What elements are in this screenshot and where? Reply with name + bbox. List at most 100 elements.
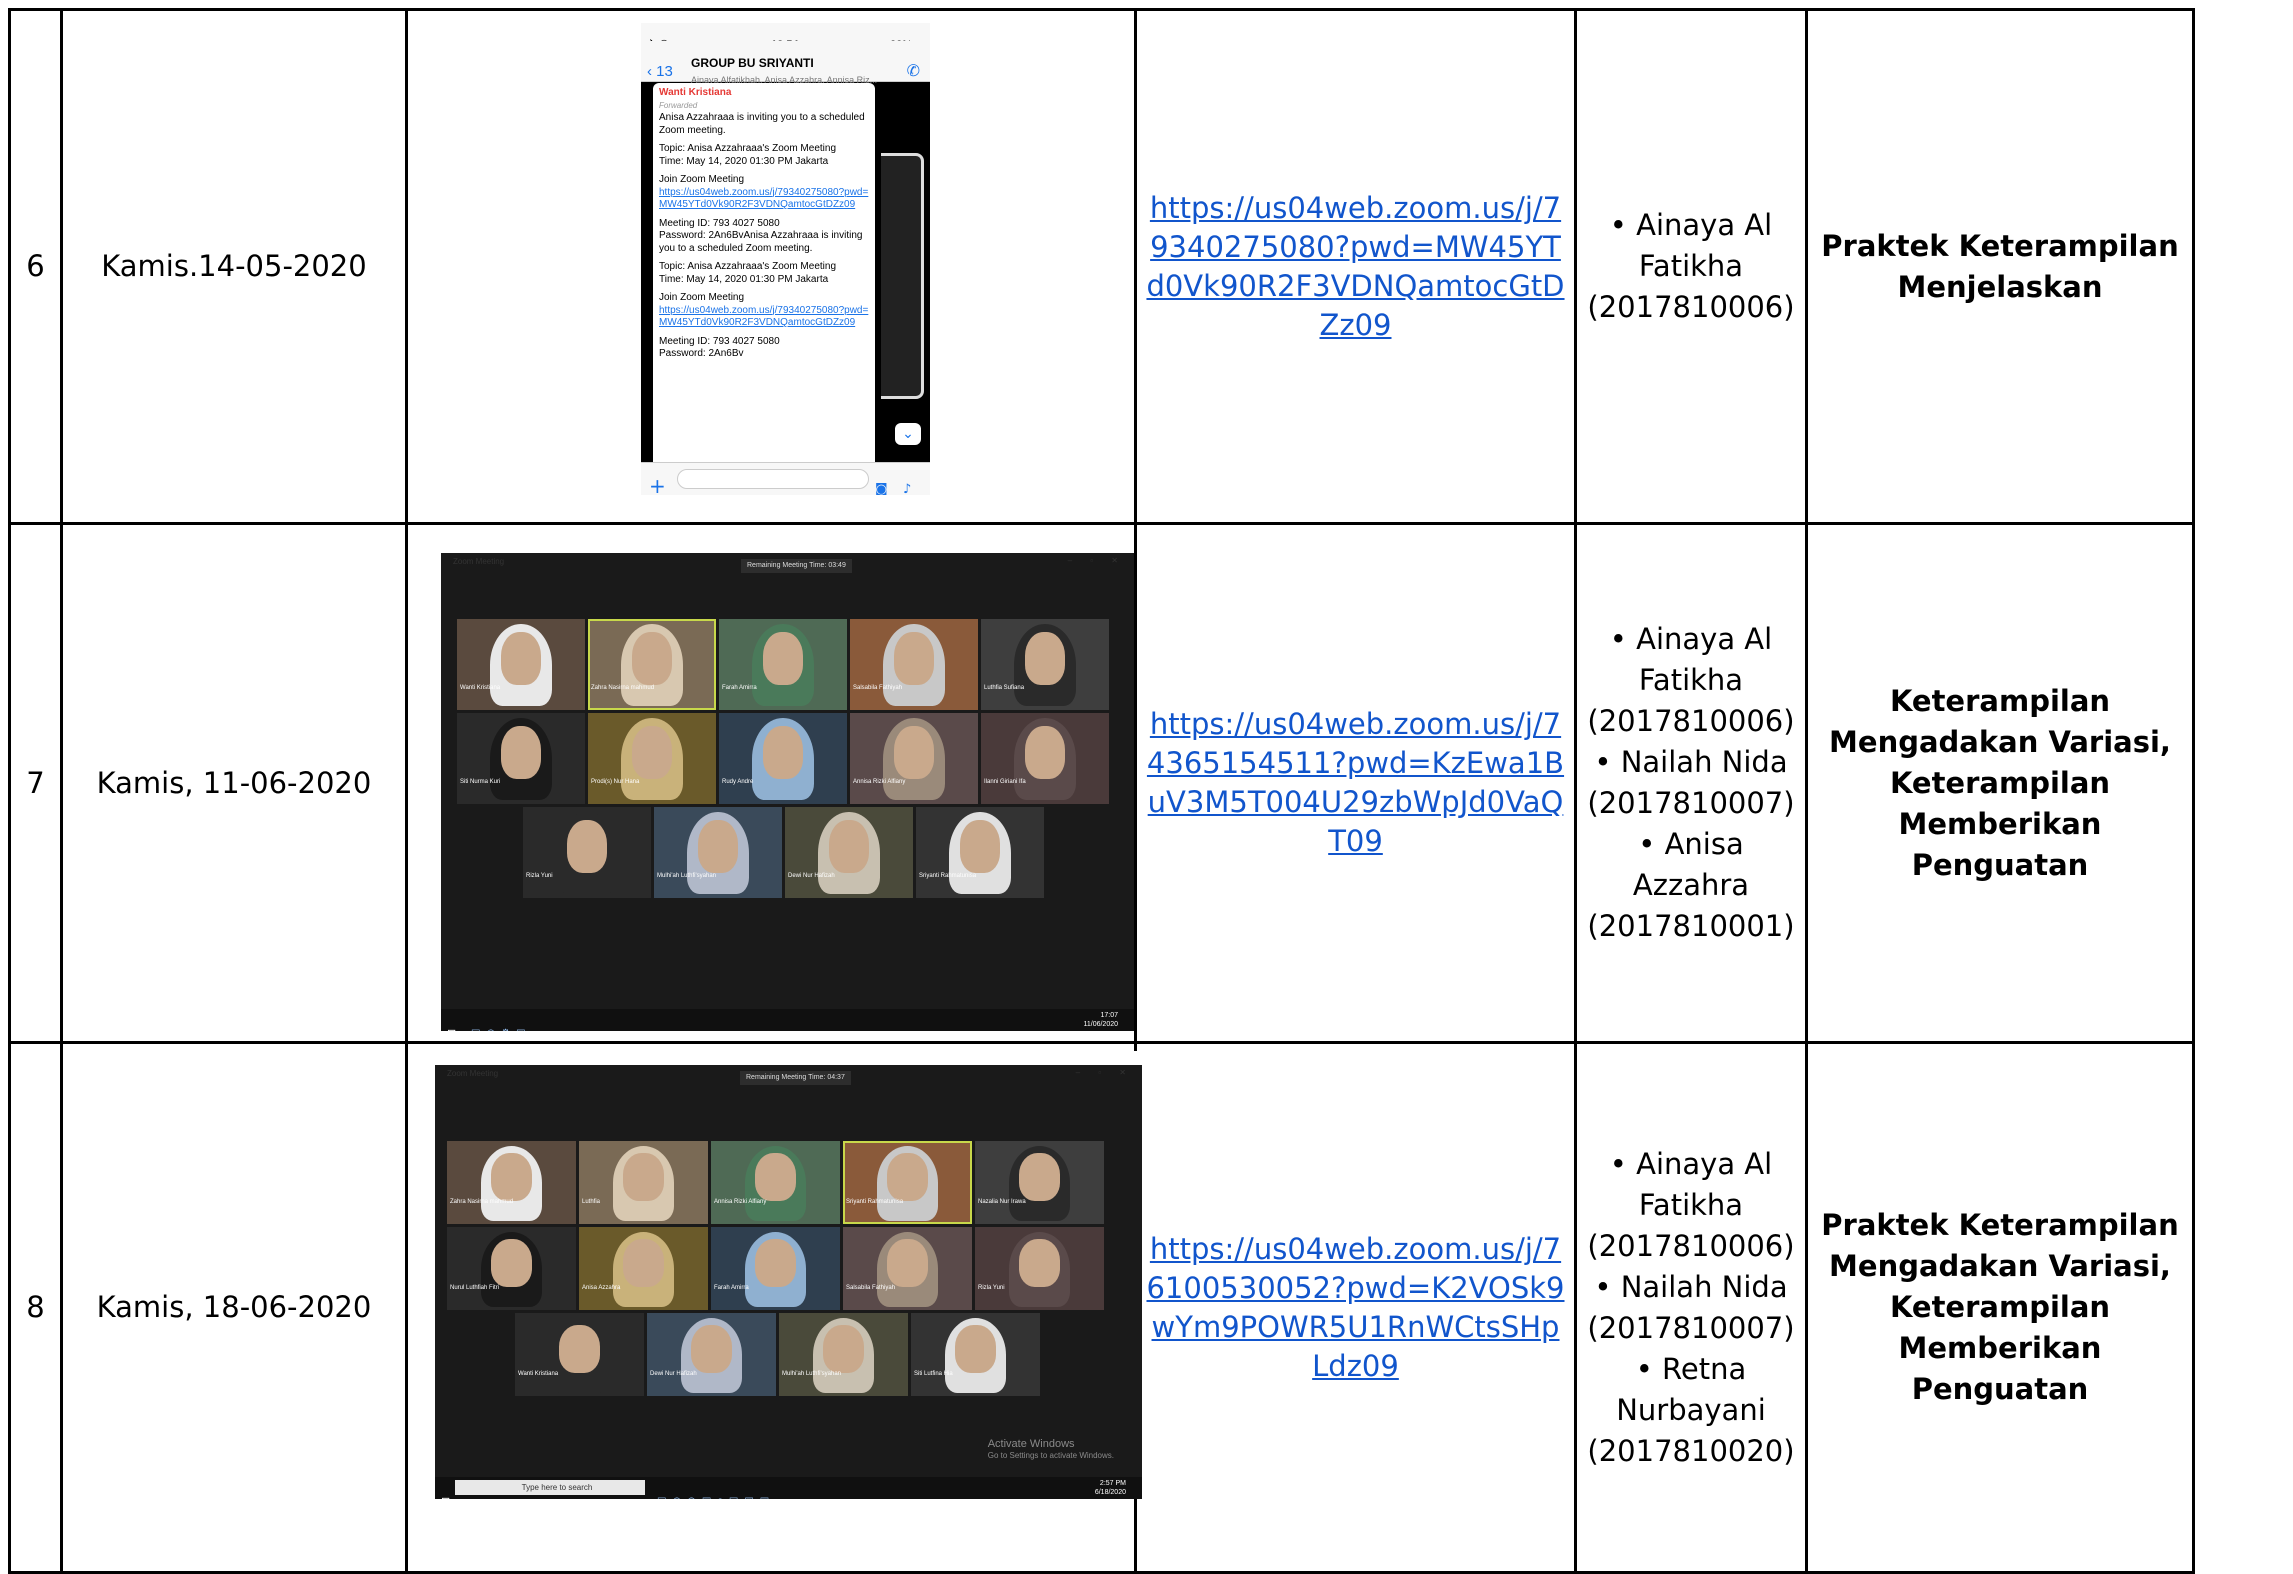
participant-tile[interactable]: Farah Amirra <box>711 1227 840 1310</box>
participant-tile[interactable]: Dewi Nur Hafizah <box>785 807 913 898</box>
zoom-screenshot: Zoom Meeting – ▫ ✕ Remaining Meeting Tim… <box>441 539 1134 1031</box>
microphone-icon[interactable]: ♪ <box>903 469 911 495</box>
camera-icon[interactable]: ◙ <box>875 469 888 495</box>
taskbar-apps-icon[interactable]: ▤◉◉▣e▤▣▣ <box>657 1481 775 1499</box>
topic-cell: Keterampilan Mengadakan Variasi, Keteram… <box>1805 522 2195 1044</box>
participant-face <box>622 1152 665 1201</box>
participant-face <box>690 1324 733 1373</box>
taskbar-clock: 17:07 11/06/2020 <box>1083 1012 1118 1028</box>
participant-face <box>762 725 804 779</box>
phone-status-bar: ✈ ◠ 12.54 22% <box>641 23 930 51</box>
meeting-link-cell: https://us04web.zoom.us/j/76100530052?pw… <box>1134 1041 1577 1574</box>
message-link[interactable]: https://us04web.zoom.us/j/79340275080?pw… <box>659 187 868 211</box>
participant-tile[interactable]: Dewi Nur Hafizah <box>647 1313 776 1396</box>
participant-tile[interactable]: Rizla Yuni <box>523 807 651 898</box>
taskbar-search-input[interactable]: Type here to search <box>455 1480 645 1495</box>
participants-cell: • Ainaya Al Fatikha (2017810006) • Naila… <box>1574 1041 1808 1574</box>
participant-tile[interactable]: Luthfia <box>579 1141 708 1224</box>
participant-label: Mulhi'ah Luthfi'syahan <box>657 873 716 879</box>
participant-tile[interactable]: Wanti Kristiana <box>457 619 585 710</box>
participant-label: Sriyanti Rahmatunisa <box>846 1199 904 1205</box>
participant-face <box>566 819 608 873</box>
participant-tile[interactable]: Ilanni Giriani Ifa <box>981 713 1109 804</box>
screenshot-cell: Zoom Meeting – ▫ ✕ Remaining Meeting Tim… <box>405 1041 1142 1574</box>
participant-tile[interactable]: Annisa Rizki Alfiany <box>711 1141 840 1224</box>
participant-label: Zahra Nasirna mahmud <box>591 685 655 691</box>
background-decoration <box>881 153 924 399</box>
window-controls-icon[interactable]: – ▫ ✕ <box>1076 1052 1134 1093</box>
message-link[interactable]: https://us04web.zoom.us/j/79340275080?pw… <box>659 305 868 329</box>
call-icon[interactable]: ✆ <box>907 51 920 92</box>
message-sender: Wanti Kristiana <box>659 87 732 98</box>
meeting-link[interactable]: https://us04web.zoom.us/j/74365154511?pw… <box>1145 705 1566 861</box>
participant-tile[interactable]: Sriyanti Rahmatunisa <box>843 1141 972 1224</box>
participant-face <box>1018 1238 1061 1287</box>
table-row: 6 Kamis.14-05-2020 ✈ ◠ 12.54 22% ‹ 13 GR… <box>8 8 2195 525</box>
participant-tile[interactable]: Farah Amirra <box>719 619 847 710</box>
participant-tile[interactable]: Zahra Nasirna mahmud <box>447 1141 576 1224</box>
table-row: 7 Kamis, 11-06-2020 Zoom Meeting – ▫ ✕ R… <box>8 522 2195 1044</box>
participant-tile[interactable]: Wanti Kristiana <box>515 1313 644 1396</box>
participant-tile[interactable]: Anisa Azzahra <box>579 1227 708 1310</box>
message-paragraph: Anisa Azzahraaa is inviting you to a sch… <box>659 112 865 136</box>
participant-tile[interactable]: Nazalia Nur Irawa <box>975 1141 1104 1224</box>
participant-tile[interactable]: Mulhi'ah Luthfi'syahan <box>779 1313 908 1396</box>
participant-label: Siti Lutfina Hia <box>914 1371 953 1377</box>
participant-label: Farah Amirra <box>722 685 757 691</box>
meeting-timer: Remaining Meeting Time: 04:37 <box>740 1071 851 1085</box>
meeting-link[interactable]: https://us04web.zoom.us/j/79340275080?pw… <box>1145 189 1566 345</box>
message-paragraph: Topic: Anisa Azzahraaa's Zoom Meeting Ti… <box>659 261 837 285</box>
message-paragraph: Join Zoom Meeting https://us04web.zoom.us… <box>659 292 869 330</box>
message-input-bar: + ◙ ♪ <box>641 462 930 495</box>
participant-label: Dewi Nur Hafizah <box>650 1371 697 1377</box>
participant-tile[interactable]: Rizla Yuni <box>975 1227 1104 1310</box>
window-controls-icon[interactable]: – ▫ ✕ <box>1068 540 1126 581</box>
participant-tile[interactable]: Annisa Rizki Alfiany <box>850 713 978 804</box>
participant-tile[interactable]: Siti Lutfina Hia <box>911 1313 1040 1396</box>
participant-tile[interactable]: Rudy Andre <box>719 713 847 804</box>
meeting-link[interactable]: https://us04web.zoom.us/j/76100530052?pw… <box>1145 1230 1566 1386</box>
participant-tile[interactable]: Salsabila Fathiyah <box>850 619 978 710</box>
screenshot-cell: Zoom Meeting – ▫ ✕ Remaining Meeting Tim… <box>405 522 1137 1044</box>
participant-tile[interactable]: Mulhi'ah Luthfi'syahan <box>654 807 782 898</box>
zoom-screenshot: Zoom Meeting – ▫ ✕ Remaining Meeting Tim… <box>435 1051 1142 1499</box>
table-row: 8 Kamis, 18-06-2020 Zoom Meeting – ▫ ✕ R… <box>8 1041 2195 1574</box>
participant-label: Nurul Luthfiah Fitri <box>450 1285 500 1291</box>
participant-label: Anisa Azzahra <box>582 1285 621 1291</box>
taskbar-apps-icon[interactable]: ▤◉⚙▣ <box>471 1013 532 1031</box>
participant-name: • Nailah Nida (2017810007) <box>1587 1269 1795 1345</box>
topic-cell: Praktek Keterampilan Menjelaskan <box>1805 8 2195 525</box>
participant-label: Annisa Rizki Alfiany <box>714 1199 767 1205</box>
participant-name: • Ainaya Al Fatikha (2017810006) <box>1587 1146 1795 1263</box>
participant-label: Prodi(s) Nur Hana <box>591 779 640 785</box>
participant-label: Rizla Yuni <box>526 873 553 879</box>
message-paragraph: Join Zoom Meeting https://us04web.zoom.us… <box>659 174 869 212</box>
meeting-date: Kamis, 18-06-2020 <box>60 1041 408 1574</box>
participant-tile[interactable]: Siti Nurma Kuri <box>457 713 585 804</box>
participant-face <box>500 725 542 779</box>
participant-face <box>500 631 542 685</box>
participant-name: • Anisa Azzahra (2017810001) <box>1587 827 1795 943</box>
participant-tile[interactable]: Nurul Luthfiah Fitri <box>447 1227 576 1310</box>
participant-face <box>622 1238 665 1287</box>
participant-label: Annisa Rizki Alfiany <box>853 779 906 785</box>
plus-icon[interactable]: + <box>649 466 666 495</box>
message-input[interactable] <box>677 469 869 489</box>
participant-tile[interactable]: Prodi(s) Nur Hana <box>588 713 716 804</box>
participant-tile[interactable]: Sriyanti Rahmatunisa <box>916 807 1044 898</box>
participant-face <box>558 1324 601 1373</box>
message-text: Join Zoom Meeting <box>659 292 745 303</box>
participant-face <box>1024 725 1066 779</box>
windows-start-icon[interactable]: ⊞ <box>441 1482 450 1499</box>
scroll-down-icon[interactable]: ⌄ <box>895 423 921 445</box>
participant-tile[interactable]: Luthfia Sufiana <box>981 619 1109 710</box>
participant-name: • Retna Nurbayani (2017810020) <box>1587 1351 1795 1468</box>
windows-start-icon[interactable]: ⊞ <box>447 1014 456 1031</box>
participant-label: Salsabila Fathiyah <box>853 685 903 691</box>
participant-tile[interactable]: Zahra Nasirna mahmud <box>588 619 716 710</box>
participant-tile[interactable]: Salsabila Fathiyah <box>843 1227 972 1310</box>
zoom-window-title: Zoom Meeting <box>447 1069 499 1078</box>
meeting-link-cell: https://us04web.zoom.us/j/79340275080?pw… <box>1134 8 1577 525</box>
message-text: Join Zoom Meeting <box>659 174 745 185</box>
participant-label: Rudy Andre <box>722 779 754 785</box>
